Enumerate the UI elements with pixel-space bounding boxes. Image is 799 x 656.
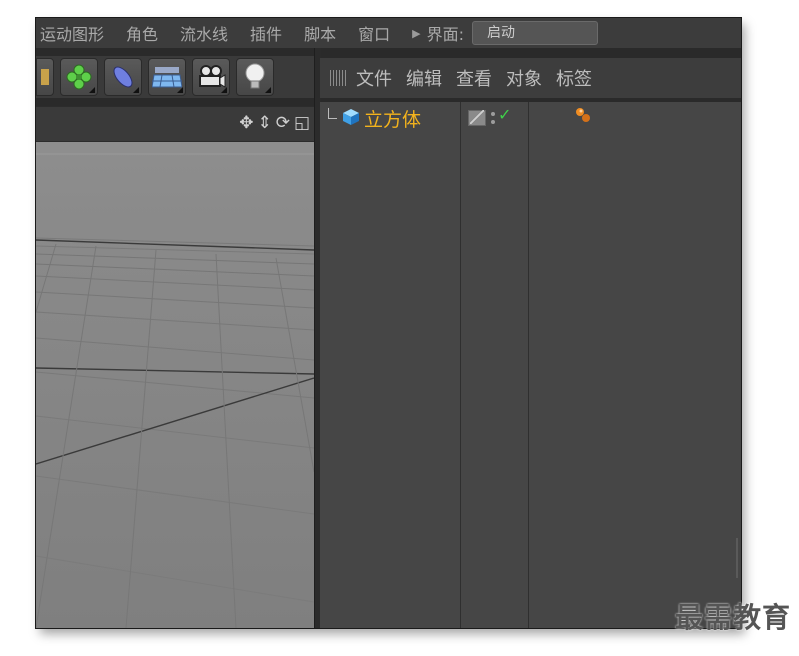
object-row[interactable]: 立方体 ✓ — [320, 102, 741, 134]
viewport-grid — [36, 153, 314, 628]
cube-icon — [343, 109, 359, 125]
layout-arrow-icon: ▶ — [412, 26, 421, 40]
visibility-dots-icon[interactable] — [490, 108, 496, 128]
partial-tool-button[interactable] — [36, 58, 54, 96]
floor-button[interactable] — [148, 58, 186, 96]
om-menu-tags[interactable]: 标签 — [556, 65, 592, 91]
menu-character[interactable]: 角色 — [126, 21, 158, 45]
partial-tool-icon — [41, 69, 49, 85]
maximize-icon[interactable]: ◱ — [294, 113, 310, 133]
menu-mograph[interactable]: 运动图形 — [40, 21, 104, 45]
deformer-button[interactable] — [104, 58, 142, 96]
3d-viewport[interactable] — [36, 142, 314, 628]
app-window: 运动图形 角色 流水线 插件 脚本 窗口 ▶ 界面: 启动 ✥ ⇕ ⟳ ◱ 文件… — [36, 18, 741, 628]
layout-label: 界面: — [426, 25, 464, 44]
om-menu-edit[interactable]: 编辑 — [406, 65, 442, 91]
main-menubar: 运动图形 角色 流水线 插件 脚本 窗口 ▶ 界面: 启动 — [36, 18, 741, 48]
object-name[interactable]: 立方体 — [364, 105, 421, 132]
rotate-icon[interactable]: ⟳ — [276, 113, 290, 133]
camera-button[interactable] — [192, 58, 230, 96]
layer-slash-icon — [470, 110, 484, 124]
om-menu-file[interactable]: 文件 — [356, 65, 392, 91]
move-icon[interactable]: ✥ — [239, 113, 253, 133]
watermark-text: 最需教育 — [674, 601, 791, 634]
enabled-check-icon[interactable]: ✓ — [498, 105, 511, 124]
om-menu-objects[interactable]: 对象 — [506, 65, 542, 91]
column-divider[interactable] — [528, 102, 529, 628]
viewport-header: ✥ ⇕ ⟳ ◱ — [36, 106, 314, 142]
object-manager-list: 立方体 ✓ — [320, 102, 741, 628]
menu-pipeline[interactable]: 流水线 — [180, 21, 228, 45]
object-manager-header: 文件 编辑 查看 对象 标签 — [320, 58, 741, 98]
layout-dropdown[interactable]: 启动 — [471, 21, 598, 45]
panel-grip-icon[interactable] — [330, 70, 346, 86]
light-button[interactable] — [236, 58, 274, 96]
cloner-button[interactable] — [60, 58, 98, 96]
main-toolbar — [36, 56, 314, 98]
menu-script[interactable]: 脚本 — [304, 21, 336, 45]
column-divider[interactable] — [460, 102, 461, 628]
scale-icon[interactable]: ⇕ — [257, 113, 271, 133]
scrollbar[interactable] — [736, 538, 738, 578]
menu-plugins[interactable]: 插件 — [250, 21, 282, 45]
tag-material-icon[interactable] — [574, 106, 594, 126]
tree-elbow-icon — [328, 108, 337, 119]
om-menu-view[interactable]: 查看 — [456, 65, 492, 91]
menu-window[interactable]: 窗口 — [358, 21, 390, 45]
